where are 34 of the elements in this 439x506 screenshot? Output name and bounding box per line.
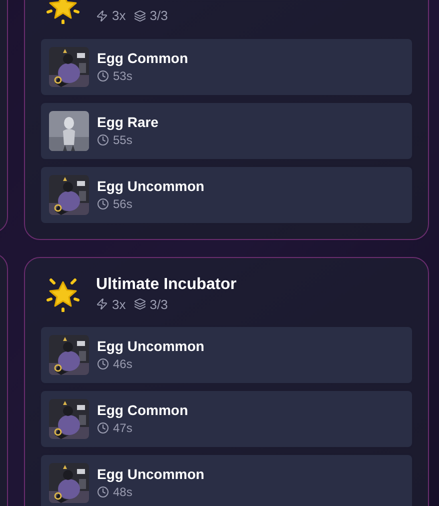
egg-row[interactable]: Egg Rare 55s: [41, 102, 412, 158]
egg-timer: 46s: [113, 356, 132, 373]
egg-name: Egg Uncommon: [97, 176, 204, 194]
lightning-icon: [96, 298, 108, 310]
clock-icon: [97, 198, 109, 210]
egg-name: Egg Common: [97, 48, 188, 66]
star-icon: [46, 276, 80, 312]
egg-timer: 55s: [113, 132, 132, 148]
speed-multiplier: 3x: [112, 296, 126, 314]
clock-icon: [97, 358, 109, 370]
layers-icon: [134, 10, 146, 22]
egg-name: Egg Uncommon: [97, 465, 204, 483]
egg-timer: 56s: [113, 196, 132, 212]
speed-multiplier: 3x: [112, 7, 126, 25]
egg-row[interactable]: Egg Uncommon 56s: [41, 166, 412, 222]
lightning-icon: [96, 10, 108, 22]
clock-icon: [97, 422, 109, 434]
egg-name: Egg Common: [97, 401, 188, 419]
clock-icon: [97, 70, 109, 82]
capacity-count: 3/3: [150, 296, 168, 314]
egg-name: Egg Uncommon: [97, 337, 204, 355]
egg-row[interactable]: Egg Uncommon 46s: [41, 327, 412, 383]
clock-icon: [97, 486, 109, 498]
capacity-count: 3/3: [150, 7, 168, 25]
egg-name: Egg Rare: [97, 112, 158, 130]
incubator-title: Ultimate Incubator: [96, 274, 236, 294]
egg-row[interactable]: Egg Uncommon 48s: [41, 455, 412, 506]
egg-timer: 53s: [113, 68, 132, 84]
egg-timer: 48s: [113, 484, 132, 501]
egg-row[interactable]: Egg Common 47s: [41, 391, 412, 447]
clock-icon: [97, 134, 109, 146]
layers-icon: [134, 298, 146, 310]
egg-timer: 47s: [113, 420, 132, 437]
egg-row[interactable]: Egg Common 53s: [41, 38, 412, 94]
